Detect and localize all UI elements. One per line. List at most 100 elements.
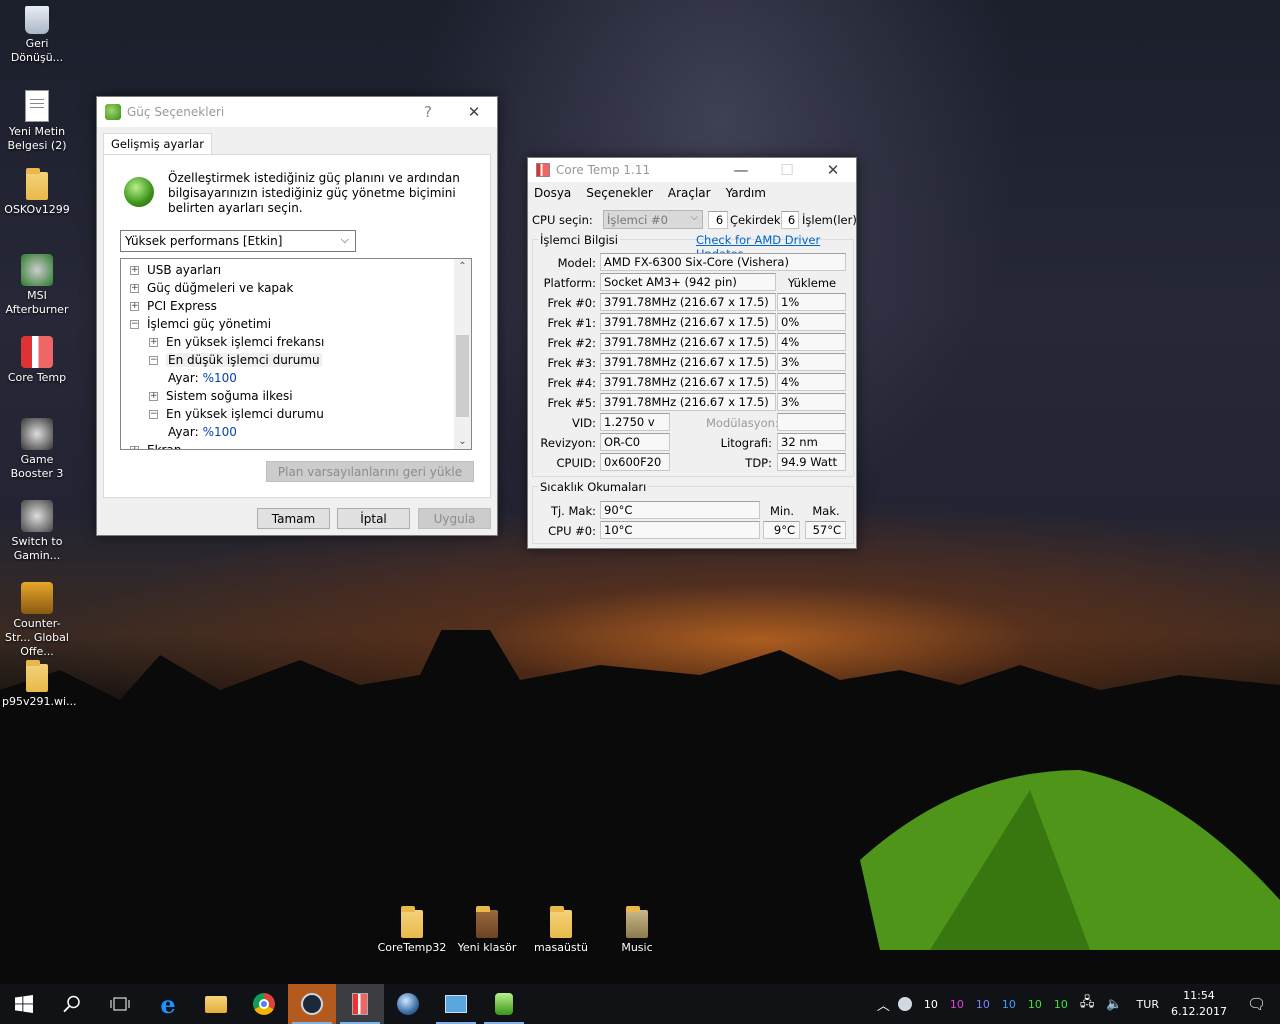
tree-item[interactable]: − En düşük işlemci durumu [149, 353, 322, 367]
close-button[interactable]: ✕ [451, 97, 497, 127]
desktop-icon-yeni-klasor[interactable]: Yeni klasör [452, 906, 522, 955]
desktop-icon-music[interactable]: Music [602, 906, 672, 955]
language-indicator[interactable]: TUR [1137, 998, 1159, 1011]
tree-item[interactable]: + PCI Express [130, 299, 217, 313]
tree-item[interactable]: + USB ayarları [130, 263, 221, 277]
tray-temp-indicator[interactable]: 10 [950, 998, 964, 1011]
collapse-icon[interactable]: − [130, 319, 139, 329]
tray-temp-indicator[interactable]: 10 [1028, 998, 1042, 1011]
scroll-down-icon[interactable]: ⌄ [454, 436, 471, 447]
apply-button[interactable]: Uygula [418, 508, 491, 529]
start-button[interactable] [0, 984, 48, 1024]
coretemp-window: Core Temp 1.11 — ☐ ✕ Dosya Seçenekler Ar… [527, 157, 857, 549]
freq-value: 3791.78MHz (216.67 x 17.5) [600, 293, 776, 311]
cpu0-min-value: 9°C [763, 521, 800, 539]
tree-item[interactable]: Ayar: %100 [168, 371, 237, 385]
coretemp-titlebar[interactable]: Core Temp 1.11 — ☐ ✕ [528, 158, 856, 182]
clock[interactable]: 11:54 6.12.2017 [1171, 988, 1227, 1020]
tree-item[interactable]: + En yüksek işlemci frekansı [149, 335, 324, 349]
cancel-button[interactable]: İptal [337, 508, 410, 529]
tjmax-value: 90°C [600, 501, 760, 519]
tree-item-label: USB ayarları [147, 263, 222, 277]
lithography-value: 32 nm [777, 433, 846, 451]
expand-icon[interactable]: + [149, 391, 158, 401]
minimize-icon[interactable]: — [718, 158, 764, 182]
desktop-icon-label: Yeni Metin Belgesi (2) [7, 125, 67, 152]
restore-defaults-button[interactable]: Plan varsayılanlarını geri yükle [266, 461, 474, 482]
settings-tree[interactable]: + USB ayarları + Güç düğmeleri ve kapak + PCI… [120, 258, 472, 450]
taskbar-control-panel[interactable] [432, 984, 480, 1024]
desktop-icon-8[interactable]: p95v291.wi... [2, 660, 77, 709]
taskbar-power-options[interactable] [480, 984, 528, 1024]
desktop-icon-4[interactable]: Core Temp [2, 336, 72, 385]
tree-item[interactable]: + Sistem soğuma ilkesi [149, 389, 293, 403]
expand-icon[interactable]: + [149, 337, 158, 347]
network-icon[interactable]: 🖧 [1080, 993, 1095, 1015]
expand-icon[interactable]: + [130, 283, 139, 293]
game-booster-icon [21, 418, 53, 450]
folder-icon [401, 906, 423, 938]
desktop-icon-0[interactable]: Geri Dönüşü... [2, 6, 72, 65]
freq-value: 3791.78MHz (216.67 x 17.5) [600, 393, 776, 411]
tray-temp-indicator[interactable]: 10 [924, 998, 938, 1011]
menu-araclar[interactable]: Araçlar [668, 186, 711, 200]
expand-icon[interactable]: + [130, 301, 139, 311]
tray-temp-indicator[interactable]: 10 [976, 998, 990, 1011]
tree-item-value[interactable]: %100 [203, 371, 237, 385]
taskbar-steam[interactable] [288, 984, 336, 1024]
menu-secenekler[interactable]: Seçenekler [586, 186, 653, 200]
tree-item[interactable]: Ayar: %100 [168, 425, 237, 439]
collapse-icon[interactable]: − [149, 355, 158, 365]
expand-icon[interactable]: + [130, 265, 139, 275]
chevron-up-icon[interactable]: ︿ [877, 995, 890, 1014]
freq-label: Frek #5: [547, 396, 596, 410]
taskbar-chrome[interactable] [240, 984, 288, 1024]
desktop-icon-6[interactable]: Switch to Gamin... [2, 500, 72, 563]
taskbar-edge[interactable]: e [144, 984, 192, 1024]
desktop-icon-masaustu[interactable]: masaüstü [526, 906, 596, 955]
scroll-up-icon[interactable]: ⌃ [454, 261, 471, 272]
taskbar-coretemp[interactable] [336, 984, 384, 1024]
desktop-icon-5[interactable]: Game Booster 3 [2, 418, 72, 481]
ok-button[interactable]: Tamam [257, 508, 330, 529]
desktop-icon-coretemp32[interactable]: CoreTemp32 [374, 906, 450, 955]
help-button[interactable]: ? [405, 97, 451, 127]
load-value: 3% [777, 393, 846, 411]
close-icon[interactable]: ✕ [810, 158, 856, 182]
tab-advanced-settings[interactable]: Gelişmiş ayarlar [103, 133, 213, 155]
tray-temp-indicator[interactable]: 10 [1002, 998, 1016, 1011]
tree-scrollbar[interactable]: ⌃ ⌄ [454, 259, 471, 449]
coretemp-menubar: Dosya Seçenekler Araçlar Yardım [528, 182, 856, 204]
scroll-thumb[interactable] [456, 335, 469, 417]
desktop-icon-7[interactable]: Counter-Str... Global Offe... [2, 582, 72, 659]
volume-icon[interactable]: 🔈 [1106, 997, 1122, 1012]
tree-item[interactable]: − En yüksek işlemci durumu [149, 407, 324, 421]
steam-tray-icon[interactable] [897, 997, 912, 1011]
plan-select[interactable]: Yüksek performans [Etkin] ⌵ [120, 230, 356, 252]
notifications-icon[interactable]: 🗨 [1247, 995, 1266, 1013]
tree-item[interactable]: − İşlemci güç yönetimi [130, 317, 271, 331]
threads-label: İşlem(ler) [802, 213, 857, 227]
taskbar-app-orb[interactable] [384, 984, 432, 1024]
tree-item-value[interactable]: %100 [203, 425, 237, 439]
tree-item[interactable]: + Güç düğmeleri ve kapak [130, 281, 293, 295]
cpu-select[interactable]: İşlemci #0 ⌵ [603, 210, 703, 229]
power-dialog-titlebar[interactable]: Güç Seçenekleri ? ✕ [97, 97, 497, 127]
desktop-icon-2[interactable]: OSKOv1299 [2, 168, 72, 217]
desktop-icon-3[interactable]: MSI Afterburner [2, 254, 72, 317]
task-view-button[interactable] [96, 984, 144, 1024]
desktop-icon-1[interactable]: Yeni Metin Belgesi (2) [2, 90, 72, 153]
power-options-icon [105, 104, 121, 120]
search-button[interactable] [48, 984, 96, 1024]
freq-value: 3791.78MHz (216.67 x 17.5) [600, 313, 776, 331]
menu-dosya[interactable]: Dosya [534, 186, 571, 200]
taskbar-file-explorer[interactable] [192, 984, 240, 1024]
menu-yardim[interactable]: Yardım [726, 186, 766, 200]
tree-item[interactable]: + Ekran [130, 443, 181, 449]
collapse-icon[interactable]: − [149, 409, 158, 419]
tray-temp-indicator[interactable]: 10 [1054, 998, 1068, 1011]
tree-item-label: İşlemci güç yönetimi [147, 317, 272, 331]
expand-icon[interactable]: + [130, 445, 139, 449]
maximize-icon[interactable]: ☐ [764, 158, 810, 182]
desktop-icon-label: Game Booster 3 [10, 453, 64, 480]
